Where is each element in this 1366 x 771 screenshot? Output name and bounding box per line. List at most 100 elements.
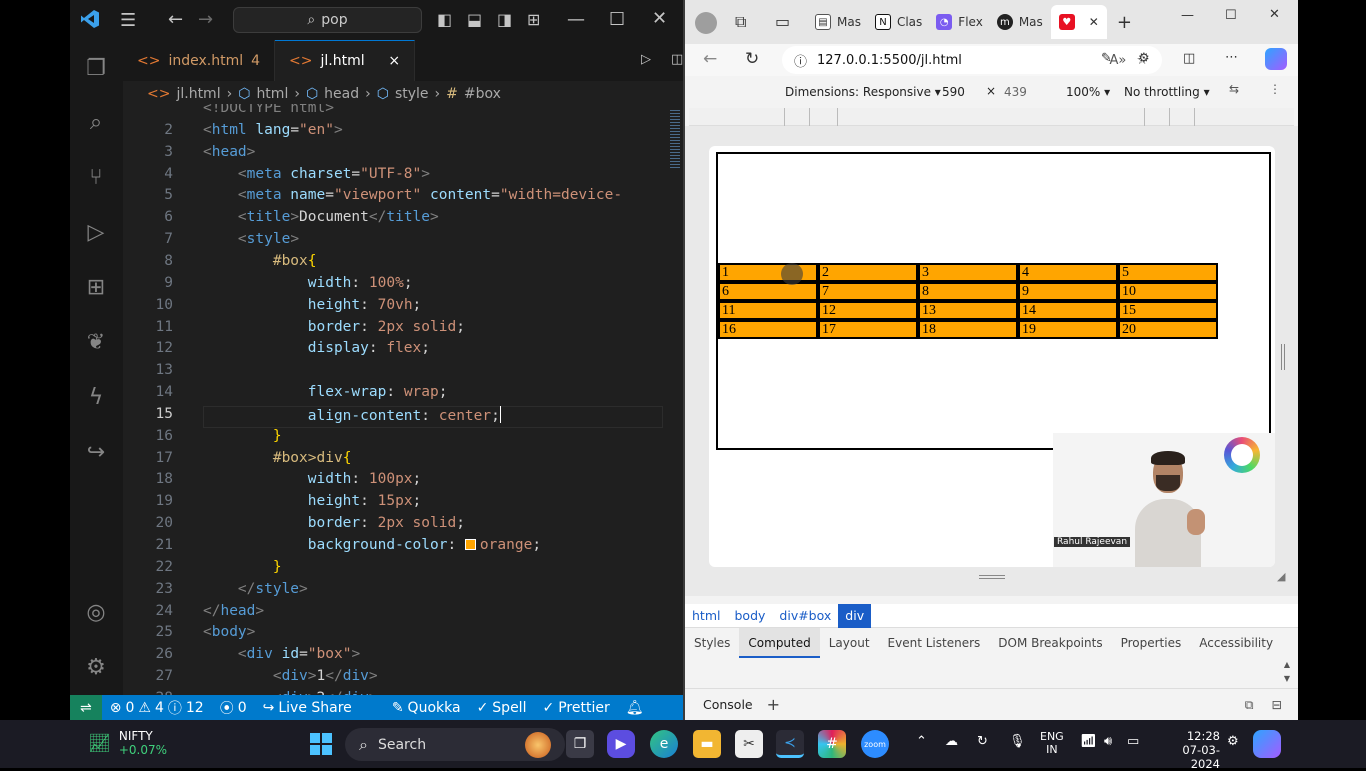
toggle-sidebar-icon[interactable]: ◧: [437, 10, 452, 29]
tab-close-icon[interactable]: ×: [388, 53, 400, 69]
minimap[interactable]: [668, 104, 683, 695]
dom-crumb-selected[interactable]: div: [838, 603, 872, 628]
panel-tab[interactable]: Computed: [739, 628, 820, 658]
menu-icon[interactable]: ☰: [120, 10, 136, 31]
notification-settings-icon[interactable]: ⚙: [1227, 734, 1239, 749]
thunder-client-icon[interactable]: ϟ: [78, 379, 114, 415]
tab-close-icon[interactable]: ✕: [1089, 15, 1099, 29]
stock-widget[interactable]: 📈︎ NIFTY +0.07%: [88, 729, 167, 757]
browser-tab[interactable]: ▤ Mas: [809, 5, 867, 39]
workspaces-icon[interactable]: ⧉: [735, 12, 746, 32]
rotate-icon[interactable]: ⇆: [1229, 82, 1239, 96]
breadcrumb-item[interactable]: style: [395, 86, 429, 102]
wifi-icon[interactable]: 📶︎: [1080, 734, 1097, 749]
browser-tab[interactable]: N Clas: [869, 5, 928, 39]
minimize-icon[interactable]: —: [567, 9, 585, 30]
flex-item[interactable]: 2: [818, 263, 918, 282]
split-screen-icon[interactable]: ◫: [1183, 51, 1195, 66]
live-share-icon[interactable]: ↪: [78, 434, 114, 470]
extensions-icon[interactable]: ⊞: [78, 269, 114, 305]
flex-item[interactable]: 16: [718, 320, 818, 339]
more-menu-icon[interactable]: ⋯: [1225, 50, 1238, 65]
copilot-icon[interactable]: [1265, 48, 1287, 70]
more-options-icon[interactable]: ⋮: [1269, 82, 1281, 96]
dom-crumb[interactable]: html: [685, 608, 727, 623]
notifications-status[interactable]: 🔔︎: [618, 700, 652, 716]
customize-layout-icon[interactable]: ⊞: [527, 10, 540, 29]
flex-item[interactable]: 1: [718, 263, 818, 282]
minimize-icon[interactable]: —: [1181, 8, 1194, 23]
copilot-taskbar-icon[interactable]: [1253, 730, 1281, 758]
add-tab-icon[interactable]: +: [767, 695, 780, 714]
new-tab-icon[interactable]: +: [1117, 12, 1132, 33]
cloud-icon[interactable]: ☁: [945, 734, 958, 749]
battery-icon[interactable]: ▭: [1127, 734, 1139, 749]
zoom-select[interactable]: 100% ▾: [1066, 85, 1110, 99]
run-debug-icon[interactable]: ▷: [78, 214, 114, 250]
flex-box-container[interactable]: 1 2 3 4 5 6 7 8 9 10 11 12 13 14 15 16 17 18 19 20: [716, 152, 1271, 450]
spell-status[interactable]: ✓ Spell: [469, 700, 535, 716]
extensions-icon[interactable]: ⚙: [1138, 51, 1150, 66]
resize-handle-bottom[interactable]: [979, 575, 1005, 579]
back-arrow-icon[interactable]: ←: [168, 9, 183, 30]
breadcrumb-item[interactable]: jl.html: [176, 86, 220, 102]
account-icon[interactable]: ◎: [78, 594, 114, 630]
panel-tab[interactable]: Layout: [820, 636, 879, 650]
flex-item[interactable]: 14: [1018, 301, 1118, 320]
panel-tab[interactable]: DOM Breakpoints: [989, 636, 1111, 650]
flex-item[interactable]: 3: [918, 263, 1018, 282]
read-aloud-icon[interactable]: A»: [1109, 53, 1126, 68]
explorer-icon[interactable]: ❐: [78, 50, 114, 86]
vscode-taskbar-icon[interactable]: ≺: [776, 730, 804, 758]
flex-item[interactable]: 5: [1118, 263, 1218, 282]
resize-corner-icon[interactable]: ◢: [1277, 570, 1285, 583]
slack-icon[interactable]: #: [818, 730, 846, 758]
split-editor-icon[interactable]: ◫: [671, 52, 683, 67]
toggle-secondary-sidebar-icon[interactable]: ◨: [497, 10, 512, 29]
file-explorer-icon[interactable]: ▬: [693, 730, 721, 758]
panel-tab[interactable]: Event Listeners: [879, 636, 990, 650]
flex-item[interactable]: 17: [818, 320, 918, 339]
resize-handle-right[interactable]: [1281, 344, 1285, 370]
refresh-icon[interactable]: ↻: [745, 49, 759, 69]
problems-status[interactable]: ⊗ 0 ⚠ 4 ⓘ 12: [102, 698, 212, 718]
maximize-icon[interactable]: ☐: [609, 9, 625, 30]
flex-item[interactable]: 12: [818, 301, 918, 320]
flex-item[interactable]: 13: [918, 301, 1018, 320]
tab-index-html[interactable]: <> index.html 4: [123, 40, 276, 81]
width-input[interactable]: 590: [942, 85, 965, 99]
dom-crumb[interactable]: body: [727, 608, 772, 623]
close-icon[interactable]: ✕: [1269, 7, 1280, 22]
start-button[interactable]: [307, 730, 335, 758]
close-drawer-icon[interactable]: ⊟: [1272, 697, 1298, 712]
live-share-status[interactable]: ↪ Live Share: [255, 700, 360, 716]
breadcrumb-item[interactable]: html: [256, 86, 288, 102]
settings-gear-icon[interactable]: ⚙: [78, 649, 114, 685]
scroll-up-icon[interactable]: ▲: [1284, 660, 1290, 669]
teams-meet-icon[interactable]: ▶: [607, 730, 635, 758]
browser-tab[interactable]: m Mas: [991, 5, 1049, 39]
flex-item[interactable]: 7: [818, 282, 918, 301]
run-icon[interactable]: ▷: [641, 52, 651, 67]
chevron-up-icon[interactable]: ⌃: [916, 734, 927, 749]
flex-item[interactable]: 10: [1118, 282, 1218, 301]
panel-tab[interactable]: Styles: [685, 636, 739, 650]
prettier-status[interactable]: ✓ Prettier: [534, 700, 617, 716]
zoom-icon[interactable]: zoom: [861, 730, 889, 758]
console-tab[interactable]: Console: [685, 697, 767, 712]
language-indicator[interactable]: ENG IN: [1040, 730, 1064, 756]
flex-item[interactable]: 20: [1118, 320, 1218, 339]
profile-avatar[interactable]: [695, 12, 717, 34]
command-search-box[interactable]: ⌕ pop: [233, 7, 422, 33]
dom-crumb[interactable]: div#box: [772, 608, 838, 623]
height-input[interactable]: 439: [1004, 85, 1027, 99]
ports-status[interactable]: ⦿ 0: [212, 698, 255, 718]
flex-item[interactable]: 9: [1018, 282, 1118, 301]
source-control-icon[interactable]: ⑂: [78, 159, 114, 195]
snipping-tool-icon[interactable]: ✂: [735, 730, 763, 758]
toggle-panel-icon[interactable]: ⬓: [467, 10, 482, 29]
tab-actions-icon[interactable]: ▭: [775, 12, 790, 31]
flex-item[interactable]: 18: [918, 320, 1018, 339]
sync-icon[interactable]: ↻: [977, 734, 988, 749]
dock-icon[interactable]: ⧉: [1245, 697, 1272, 713]
